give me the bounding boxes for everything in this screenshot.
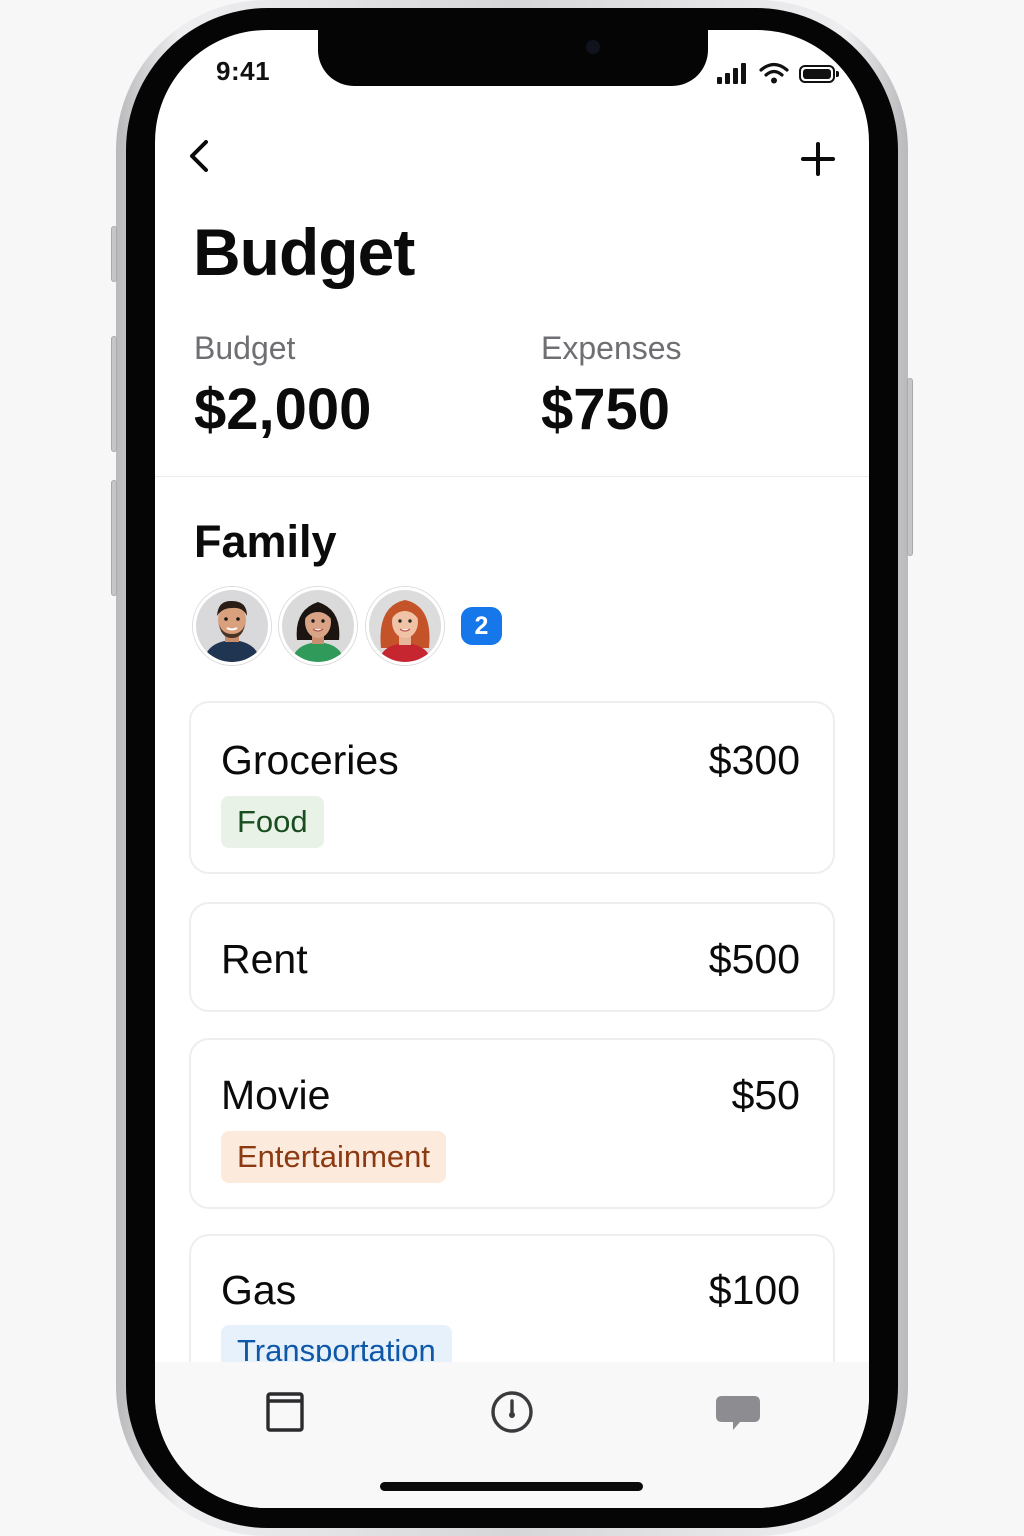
category-tag: Entertainment xyxy=(221,1131,446,1183)
family-section-title: Family xyxy=(194,516,337,567)
notch xyxy=(318,30,708,86)
expense-amount: $300 xyxy=(708,737,800,783)
power-button xyxy=(907,378,913,556)
calendar-icon[interactable] xyxy=(261,1388,309,1436)
battery-icon xyxy=(799,65,839,83)
expense-card-groceries[interactable]: Groceries $300 Food xyxy=(189,701,835,874)
expense-card-movie[interactable]: Movie $50 Entertainment xyxy=(189,1038,835,1209)
avatar[interactable] xyxy=(279,587,357,665)
expense-name: Groceries xyxy=(221,737,399,783)
avatar[interactable] xyxy=(193,587,271,665)
avatar[interactable] xyxy=(366,587,444,665)
signal-icon xyxy=(717,62,751,84)
page-title: Budget xyxy=(193,215,415,289)
expense-amount: $100 xyxy=(708,1267,800,1313)
category-tag: Food xyxy=(221,796,324,848)
divider xyxy=(155,476,869,477)
expense-name: Movie xyxy=(221,1072,331,1118)
expenses-value: $750 xyxy=(541,377,671,442)
expense-amount: $50 xyxy=(731,1072,800,1118)
expense-card-rent[interactable]: Rent $500 xyxy=(189,902,835,1012)
front-camera xyxy=(586,40,600,54)
home-indicator[interactable] xyxy=(380,1482,643,1491)
more-members-badge[interactable]: 2 xyxy=(461,607,502,645)
expense-name: Rent xyxy=(221,936,308,982)
wifi-icon xyxy=(759,62,789,84)
expense-amount: $500 xyxy=(708,936,800,982)
volume-down-button xyxy=(111,480,117,596)
chevron-left-icon[interactable] xyxy=(179,134,223,178)
budget-value: $2,000 xyxy=(194,377,372,442)
status-time: 9:41 xyxy=(216,56,271,86)
mute-switch xyxy=(111,226,117,282)
device-stage: 9:41 Budget Budget $2,000 Expenses $750 … xyxy=(0,0,1024,1536)
clock-icon[interactable] xyxy=(488,1388,536,1436)
plus-icon[interactable] xyxy=(793,134,843,184)
volume-up-button xyxy=(111,336,117,452)
expense-name: Gas xyxy=(221,1267,297,1313)
budget-label: Budget xyxy=(194,330,296,366)
chat-bubble-icon[interactable] xyxy=(714,1388,762,1436)
expenses-label: Expenses xyxy=(541,330,682,366)
app-screen: 9:41 Budget Budget $2,000 Expenses $750 … xyxy=(155,30,869,1508)
